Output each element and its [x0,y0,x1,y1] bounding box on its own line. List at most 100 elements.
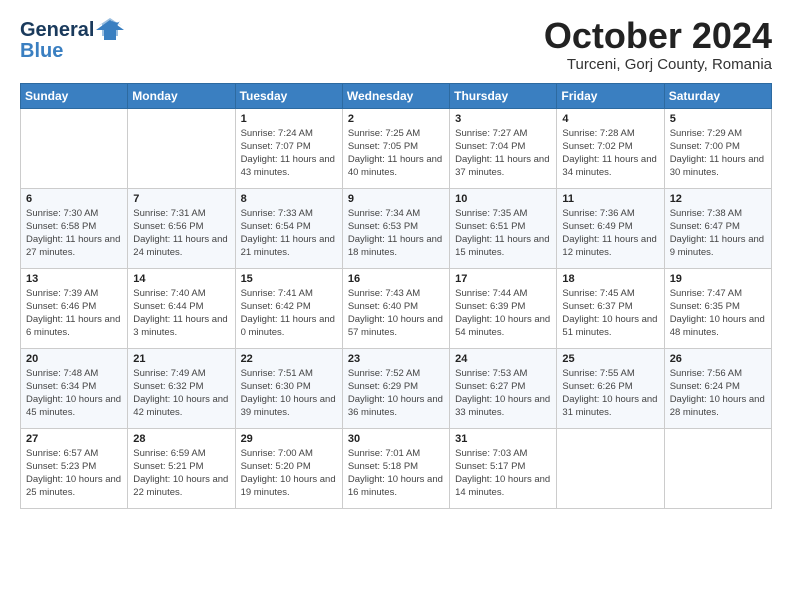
day-number: 3 [455,113,551,125]
day-info: Sunrise: 7:35 AMSunset: 6:51 PMDaylight:… [455,207,551,260]
calendar-cell [21,108,128,188]
day-number: 15 [241,273,337,285]
day-info: Sunrise: 7:30 AMSunset: 6:58 PMDaylight:… [26,207,122,260]
day-info: Sunrise: 7:34 AMSunset: 6:53 PMDaylight:… [348,207,444,260]
header: General Blue October 2024 Turceni, Gorj … [20,16,772,73]
title-block: October 2024 Turceni, Gorj County, Roman… [544,16,772,73]
calendar-cell: 11Sunrise: 7:36 AMSunset: 6:49 PMDayligh… [557,188,664,268]
day-number: 18 [562,273,658,285]
calendar-table: Sunday Monday Tuesday Wednesday Thursday… [20,83,772,509]
calendar-cell: 26Sunrise: 7:56 AMSunset: 6:24 PMDayligh… [664,348,771,428]
day-number: 12 [670,193,766,205]
day-number: 17 [455,273,551,285]
header-tuesday: Tuesday [235,83,342,108]
day-info: Sunrise: 7:45 AMSunset: 6:37 PMDaylight:… [562,287,658,340]
day-info: Sunrise: 7:33 AMSunset: 6:54 PMDaylight:… [241,207,337,260]
day-info: Sunrise: 6:57 AMSunset: 5:23 PMDaylight:… [26,447,122,500]
day-info: Sunrise: 7:41 AMSunset: 6:42 PMDaylight:… [241,287,337,340]
calendar-header-row: Sunday Monday Tuesday Wednesday Thursday… [21,83,772,108]
day-info: Sunrise: 7:56 AMSunset: 6:24 PMDaylight:… [670,367,766,420]
calendar-cell: 9 Sunrise: 7:34 AMSunset: 6:53 PMDaylight… [342,188,449,268]
day-info: Sunrise: 7:00 AMSunset: 5:20 PMDaylight:… [241,447,337,500]
header-sunday: Sunday [21,83,128,108]
calendar-cell: 7Sunrise: 7:31 AMSunset: 6:56 PMDaylight… [128,188,235,268]
header-thursday: Thursday [450,83,557,108]
day-number: 21 [133,353,229,365]
logo: General Blue [20,16,124,63]
day-number: 23 [348,353,444,365]
day-number: 13 [26,273,122,285]
header-saturday: Saturday [664,83,771,108]
calendar-cell: 25 Sunrise: 7:55 AMSunset: 6:26 PMDayligh… [557,348,664,428]
day-number: 11 [562,193,658,205]
header-wednesday: Wednesday [342,83,449,108]
day-info: Sunrise: 7:27 AMSunset: 7:04 PMDaylight:… [455,127,551,180]
day-number: 14 [133,273,229,285]
day-number: 5 [670,113,766,125]
day-info: Sunrise: 7:48 AMSunset: 6:34 PMDaylight:… [26,367,122,420]
day-info: Sunrise: 7:47 AMSunset: 6:35 PMDaylight:… [670,287,766,340]
day-number: 9 [348,193,444,205]
month-title: October 2024 [544,16,772,56]
day-number: 4 [562,113,658,125]
calendar-cell: 14 Sunrise: 7:40 AMSunset: 6:44 PMDayligh… [128,268,235,348]
day-number: 19 [670,273,766,285]
day-info: Sunrise: 7:44 AMSunset: 6:39 PMDaylight:… [455,287,551,340]
calendar-cell: 24 Sunrise: 7:53 AMSunset: 6:27 PMDayligh… [450,348,557,428]
calendar-week-5: 27Sunrise: 6:57 AMSunset: 5:23 PMDayligh… [21,428,772,508]
day-info: Sunrise: 7:39 AMSunset: 6:46 PMDaylight:… [26,287,122,340]
calendar-cell: 18 Sunrise: 7:45 AMSunset: 6:37 PMDayligh… [557,268,664,348]
header-monday: Monday [128,83,235,108]
day-number: 20 [26,353,122,365]
location-subtitle: Turceni, Gorj County, Romania [544,56,772,73]
calendar-cell: 21Sunrise: 7:49 AMSunset: 6:32 PMDayligh… [128,348,235,428]
day-number: 25 [562,353,658,365]
day-info: Sunrise: 6:59 AMSunset: 5:21 PMDaylight:… [133,447,229,500]
day-number: 10 [455,193,551,205]
day-number: 29 [241,433,337,445]
day-info: Sunrise: 7:25 AMSunset: 7:05 PMDaylight:… [348,127,444,180]
calendar-cell: 19 Sunrise: 7:47 AMSunset: 6:35 PMDayligh… [664,268,771,348]
calendar-cell [557,428,664,508]
day-number: 30 [348,433,444,445]
logo-general: General [20,19,94,42]
calendar-cell: 1Sunrise: 7:24 AMSunset: 7:07 PMDaylight… [235,108,342,188]
day-number: 31 [455,433,551,445]
day-info: Sunrise: 7:03 AMSunset: 5:17 PMDaylight:… [455,447,551,500]
day-number: 2 [348,113,444,125]
header-friday: Friday [557,83,664,108]
calendar-cell: 17 Sunrise: 7:44 AMSunset: 6:39 PMDayligh… [450,268,557,348]
logo-bird-icon [96,16,124,44]
day-info: Sunrise: 7:40 AMSunset: 6:44 PMDaylight:… [133,287,229,340]
calendar-cell: 12Sunrise: 7:38 AMSunset: 6:47 PMDayligh… [664,188,771,268]
day-number: 6 [26,193,122,205]
calendar-cell [664,428,771,508]
day-info: Sunrise: 7:24 AMSunset: 7:07 PMDaylight:… [241,127,337,180]
day-number: 24 [455,353,551,365]
day-info: Sunrise: 7:28 AMSunset: 7:02 PMDaylight:… [562,127,658,180]
calendar-cell: 31 Sunrise: 7:03 AMSunset: 5:17 PMDayligh… [450,428,557,508]
calendar-cell: 15 Sunrise: 7:41 AMSunset: 6:42 PMDayligh… [235,268,342,348]
day-info: Sunrise: 7:29 AMSunset: 7:00 PMDaylight:… [670,127,766,180]
calendar-cell: 5 Sunrise: 7:29 AMSunset: 7:00 PMDaylight… [664,108,771,188]
calendar-week-2: 6 Sunrise: 7:30 AMSunset: 6:58 PMDaylight… [21,188,772,268]
day-number: 7 [133,193,229,205]
calendar-cell: 20 Sunrise: 7:48 AMSunset: 6:34 PMDayligh… [21,348,128,428]
calendar-cell: 27Sunrise: 6:57 AMSunset: 5:23 PMDayligh… [21,428,128,508]
calendar-cell: 8 Sunrise: 7:33 AMSunset: 6:54 PMDaylight… [235,188,342,268]
day-info: Sunrise: 7:55 AMSunset: 6:26 PMDaylight:… [562,367,658,420]
day-info: Sunrise: 7:53 AMSunset: 6:27 PMDaylight:… [455,367,551,420]
calendar-cell: 29 Sunrise: 7:00 AMSunset: 5:20 PMDayligh… [235,428,342,508]
calendar-cell: 6 Sunrise: 7:30 AMSunset: 6:58 PMDaylight… [21,188,128,268]
calendar-cell: 30 Sunrise: 7:01 AMSunset: 5:18 PMDayligh… [342,428,449,508]
day-number: 8 [241,193,337,205]
calendar-cell: 3 Sunrise: 7:27 AMSunset: 7:04 PMDaylight… [450,108,557,188]
calendar-cell [128,108,235,188]
calendar-cell: 4 Sunrise: 7:28 AMSunset: 7:02 PMDaylight… [557,108,664,188]
day-info: Sunrise: 7:01 AMSunset: 5:18 PMDaylight:… [348,447,444,500]
logo-blue: Blue [20,40,63,63]
page: General Blue October 2024 Turceni, Gorj … [0,0,792,612]
day-info: Sunrise: 7:52 AMSunset: 6:29 PMDaylight:… [348,367,444,420]
day-info: Sunrise: 7:51 AMSunset: 6:30 PMDaylight:… [241,367,337,420]
day-info: Sunrise: 7:43 AMSunset: 6:40 PMDaylight:… [348,287,444,340]
